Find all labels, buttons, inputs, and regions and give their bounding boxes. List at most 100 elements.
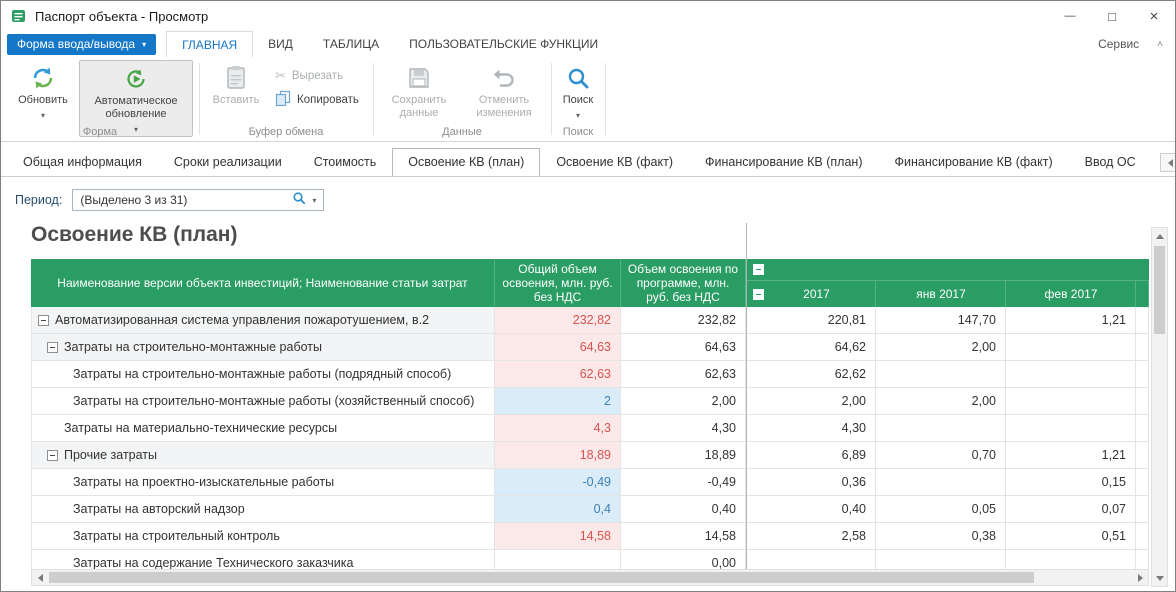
page-tab[interactable]: Ввод ОС bbox=[1069, 148, 1152, 176]
collapse-all-periods-icon[interactable] bbox=[753, 264, 764, 275]
scroll-up-button[interactable] bbox=[1152, 228, 1167, 244]
total-volume-cell[interactable]: 62,63 bbox=[495, 361, 621, 388]
page-tab[interactable]: Стоимость bbox=[298, 148, 393, 176]
collapse-ribbon-icon[interactable]: ˄ bbox=[1157, 39, 1163, 50]
period-dropdown[interactable]: (Выделено 3 из 31) ▾ bbox=[72, 189, 324, 211]
program-volume-cell[interactable]: 14,58 bbox=[621, 523, 746, 550]
feb-2017-cell[interactable]: 0,07 bbox=[1006, 496, 1136, 523]
program-volume-cell[interactable]: 4,30 bbox=[621, 415, 746, 442]
search-icon[interactable] bbox=[292, 191, 306, 210]
jan-2017-cell[interactable]: 0,70 bbox=[876, 442, 1006, 469]
form-io-menu-button[interactable]: Форма ввода/вывода ▾ bbox=[7, 34, 156, 55]
total-column-header[interactable]: Общий объем освоения, млн. руб. без НДС bbox=[495, 259, 621, 307]
feb-2017-cell[interactable]: 0,51 bbox=[1006, 523, 1136, 550]
year-2017-cell[interactable]: 2,00 bbox=[746, 388, 876, 415]
row-name-cell[interactable]: Затраты на строительный контроль bbox=[31, 523, 495, 550]
total-volume-cell[interactable]: 4,3 bbox=[495, 415, 621, 442]
total-volume-cell[interactable] bbox=[495, 550, 621, 569]
jan-2017-cell[interactable] bbox=[876, 469, 1006, 496]
row-name-cell[interactable]: Прочие затраты bbox=[31, 442, 495, 469]
year-2017-cell[interactable]: 64,62 bbox=[746, 334, 876, 361]
jan-2017-cell[interactable] bbox=[876, 361, 1006, 388]
dropdown-caret-icon[interactable]: ▾ bbox=[312, 196, 316, 205]
program-volume-cell[interactable]: -0,49 bbox=[621, 469, 746, 496]
jan-2017-cell[interactable]: 2,00 bbox=[876, 334, 1006, 361]
total-volume-cell[interactable]: 14,58 bbox=[495, 523, 621, 550]
feb-2017-cell[interactable] bbox=[1006, 415, 1136, 442]
jan-2017-cell[interactable]: 147,70 bbox=[876, 307, 1006, 334]
period-group-header[interactable] bbox=[746, 259, 1149, 281]
tab-scroll-left-button[interactable] bbox=[1160, 153, 1176, 172]
copy-button[interactable]: Копировать bbox=[271, 89, 363, 110]
year-2017-cell[interactable]: 6,89 bbox=[746, 442, 876, 469]
month-column-header[interactable]: фев 2017 bbox=[1006, 281, 1136, 307]
scroll-right-button[interactable] bbox=[1132, 570, 1148, 585]
total-volume-cell[interactable]: 0,4 bbox=[495, 496, 621, 523]
page-tab[interactable]: Освоение КВ (факт) bbox=[540, 148, 689, 176]
feb-2017-cell[interactable] bbox=[1006, 334, 1136, 361]
total-volume-cell[interactable]: 2 bbox=[495, 388, 621, 415]
name-column-header[interactable]: Наименование версии объекта инвестиций; … bbox=[31, 259, 495, 307]
row-name-cell[interactable]: Затраты на строительно-монтажные работы … bbox=[31, 388, 495, 415]
jan-2017-cell[interactable]: 2,00 bbox=[876, 388, 1006, 415]
program-volume-cell[interactable]: 64,63 bbox=[621, 334, 746, 361]
jan-2017-cell[interactable] bbox=[876, 415, 1006, 442]
horizontal-scrollbar[interactable] bbox=[31, 569, 1149, 586]
vertical-scrollbar-thumb[interactable] bbox=[1154, 246, 1165, 334]
row-name-cell[interactable]: Затраты на материально-технические ресур… bbox=[31, 415, 495, 442]
cut-button[interactable]: ✂ Вырезать bbox=[271, 65, 347, 86]
row-name-cell[interactable]: Затраты на содержание Технического заказ… bbox=[31, 550, 495, 569]
collapse-year-icon[interactable] bbox=[753, 289, 764, 300]
feb-2017-cell[interactable] bbox=[1006, 388, 1136, 415]
service-menu[interactable]: Сервис bbox=[1098, 37, 1139, 51]
year-2017-cell[interactable]: 62,62 bbox=[746, 361, 876, 388]
scroll-down-button[interactable] bbox=[1152, 570, 1167, 586]
page-tab[interactable]: Общая информация bbox=[7, 148, 158, 176]
feb-2017-cell[interactable]: 0,15 bbox=[1006, 469, 1136, 496]
minimize-button[interactable]: — bbox=[1049, 1, 1091, 31]
jan-2017-cell[interactable] bbox=[876, 550, 1006, 569]
row-expander-icon[interactable] bbox=[38, 315, 49, 326]
year-2017-cell[interactable]: 0,36 bbox=[746, 469, 876, 496]
year-2017-cell[interactable]: 0,40 bbox=[746, 496, 876, 523]
ribbon-tab[interactable]: ПОЛЬЗОВАТЕЛЬСКИЕ ФУНКЦИИ bbox=[394, 31, 613, 57]
feb-2017-cell[interactable]: 1,21 bbox=[1006, 442, 1136, 469]
year-2017-cell[interactable]: 4,30 bbox=[746, 415, 876, 442]
feb-2017-cell[interactable]: 1,21 bbox=[1006, 307, 1136, 334]
jan-2017-cell[interactable]: 0,38 bbox=[876, 523, 1006, 550]
row-name-cell[interactable]: Затраты на проектно-изыскательные работы bbox=[31, 469, 495, 496]
row-name-cell[interactable]: Затраты на строительно-монтажные работы … bbox=[31, 361, 495, 388]
program-volume-cell[interactable]: 232,82 bbox=[621, 307, 746, 334]
program-volume-cell[interactable]: 18,89 bbox=[621, 442, 746, 469]
row-expander-icon[interactable] bbox=[47, 342, 58, 353]
row-name-cell[interactable]: Затраты на авторский надзор bbox=[31, 496, 495, 523]
feb-2017-cell[interactable] bbox=[1006, 550, 1136, 569]
maximize-button[interactable]: □ bbox=[1091, 1, 1133, 31]
scroll-left-button[interactable] bbox=[32, 570, 48, 585]
month-column-header[interactable]: янв 2017 bbox=[876, 281, 1006, 307]
row-name-cell[interactable]: Автоматизированная система управления по… bbox=[31, 307, 495, 334]
year-2017-cell[interactable] bbox=[746, 550, 876, 569]
total-volume-cell[interactable]: 18,89 bbox=[495, 442, 621, 469]
program-volume-cell[interactable]: 0,00 bbox=[621, 550, 746, 569]
row-name-cell[interactable]: Затраты на строительно-монтажные работы bbox=[31, 334, 495, 361]
page-tab[interactable]: Финансирование КВ (факт) bbox=[878, 148, 1068, 176]
total-volume-cell[interactable]: 64,63 bbox=[495, 334, 621, 361]
program-volume-cell[interactable]: 2,00 bbox=[621, 388, 746, 415]
total-volume-cell[interactable]: 232,82 bbox=[495, 307, 621, 334]
program-column-header[interactable]: Объем освоения по программе, млн. руб. б… bbox=[621, 259, 746, 307]
vertical-scrollbar[interactable] bbox=[1151, 227, 1168, 587]
month-column-header[interactable]: 2017 bbox=[746, 281, 876, 307]
feb-2017-cell[interactable] bbox=[1006, 361, 1136, 388]
program-volume-cell[interactable]: 0,40 bbox=[621, 496, 746, 523]
ribbon-tab[interactable]: ТАБЛИЦА bbox=[308, 31, 394, 57]
year-2017-cell[interactable]: 220,81 bbox=[746, 307, 876, 334]
total-volume-cell[interactable]: -0,49 bbox=[495, 469, 621, 496]
jan-2017-cell[interactable]: 0,05 bbox=[876, 496, 1006, 523]
ribbon-tab[interactable]: ГЛАВНАЯ bbox=[166, 31, 253, 57]
page-tab[interactable]: Освоение КВ (план) bbox=[392, 148, 540, 176]
year-2017-cell[interactable]: 2,58 bbox=[746, 523, 876, 550]
page-tab[interactable]: Сроки реализации bbox=[158, 148, 298, 176]
page-tab[interactable]: Финансирование КВ (план) bbox=[689, 148, 878, 176]
ribbon-tab[interactable]: ВИД bbox=[253, 31, 308, 57]
